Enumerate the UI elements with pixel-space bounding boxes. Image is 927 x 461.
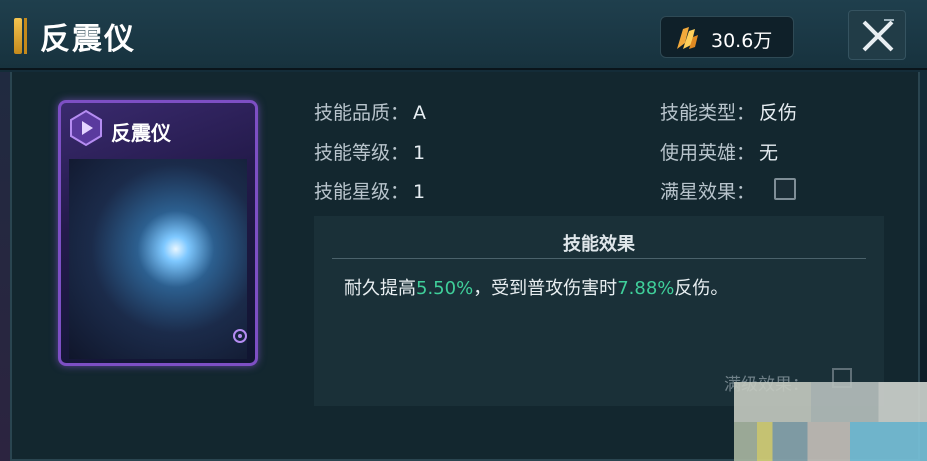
header-accent-bar [14,18,27,54]
currency-value: 30.6万 [711,30,773,52]
stat-fullstar-label: 满星效果： [660,181,756,203]
skill-card: 反震仪 [58,100,258,366]
effect-divider [332,258,866,259]
close-button[interactable] [848,10,906,60]
stat-quality: 技能品质： A [314,98,426,125]
stat-hero-label: 使用英雄： [660,142,756,164]
skill-badge-icon [70,109,102,147]
background-edge [0,72,10,461]
stat-type: 技能类型： 反伤 [660,98,797,125]
effect-value-reflect: 7.88% [617,278,675,299]
stat-type-label: 技能类型： [660,102,756,124]
stat-fullstar: 满星效果： [660,177,755,204]
dialog-title: 反震仪 [40,22,136,57]
stat-quality-label: 技能品质： [314,102,410,124]
fullstar-checkbox[interactable] [774,178,796,200]
crystal-icon [677,27,698,49]
stat-level: 技能等级： 1 [314,138,425,165]
effect-desc-part2: ，受到普攻伤害时 [473,278,618,299]
gear-icon [233,329,247,343]
stat-level-value: 1 [413,142,426,164]
pixelated-overlay [734,382,927,461]
effect-desc-part1: 耐久提高 [344,278,416,299]
close-icon [862,19,894,52]
effect-value-durability: 5.50% [416,278,474,299]
stat-type-value: 反伤 [759,102,798,124]
stat-star-value: 1 [413,181,426,203]
stat-hero: 使用英雄：无 [660,138,778,165]
effect-box: 技能效果 耐久提高5.50%，受到普攻伤害时7.88%反伤。 满级效果： [314,216,884,406]
skill-card-art [69,159,247,359]
stat-quality-value: A [413,102,427,124]
stat-level-label: 技能等级： [314,142,410,164]
stat-star: 技能星级： 1 [314,177,425,204]
effect-description: 耐久提高5.50%，受到普攻伤害时7.88%反伤。 [344,274,728,300]
stat-star-label: 技能星级： [314,181,410,203]
effect-title: 技能效果 [563,234,635,255]
dialog-header: 反震仪 30.6万 [0,0,927,70]
skill-card-title: 反震仪 [111,121,171,145]
stat-hero-value: 无 [759,142,779,164]
currency-display: 30.6万 [660,16,794,58]
effect-desc-part3: 反伤。 [674,278,729,299]
